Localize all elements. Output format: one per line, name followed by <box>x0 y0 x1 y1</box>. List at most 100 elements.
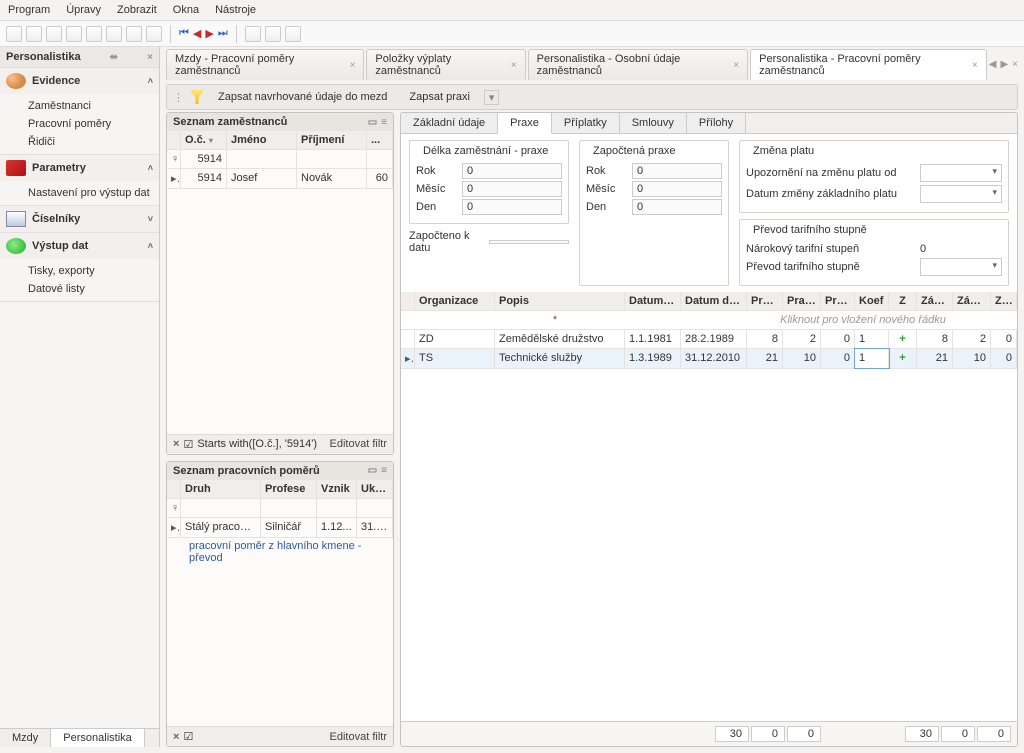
section-ciselniky[interactable]: Číselníky ˅ <box>0 206 159 232</box>
tab-smlouvy[interactable]: Smlouvy <box>620 113 687 133</box>
zap-rok-field[interactable]: 0 <box>632 163 722 179</box>
col-zap-mesicu[interactable]: Záp. měsíců <box>953 292 991 310</box>
pin-icon[interactable]: ⬌ <box>110 52 118 63</box>
menu-nastroje[interactable]: Nástroje <box>215 4 256 16</box>
panel-window-icon[interactable]: ▭ <box>368 117 377 128</box>
section-parametry[interactable]: Parametry ˄ <box>0 155 159 181</box>
sidebar-item-nastaveni-vystup[interactable]: Nastavení pro výstup dat <box>0 184 159 202</box>
col-datum-od[interactable]: Datum od <box>625 292 681 310</box>
tool-save-icon[interactable] <box>6 26 22 42</box>
tabs-prev-icon[interactable]: ◀ <box>989 59 997 70</box>
nav-first-icon[interactable]: ⏮ <box>179 27 189 40</box>
tabs-close-all-icon[interactable]: × <box>1012 59 1018 70</box>
edit-filter-button[interactable]: Editovat filtr <box>330 438 387 450</box>
employee-row[interactable]: ▸ 5914 Josef Novák 60 <box>167 169 393 189</box>
sidebar-item-tisky[interactable]: Tisky, exporty <box>0 262 159 280</box>
employees-grid[interactable]: O.č. ▾ Jméno Příjmení ... ♀ 5914 <box>167 131 393 434</box>
nav-prev-icon[interactable]: ◀ <box>193 27 201 40</box>
bottom-tab-personalistika[interactable]: Personalistika <box>51 729 144 747</box>
praxe-row[interactable]: ▸ TS Technické služby 1.3.1989 31.12.201… <box>401 349 1017 369</box>
tool-preview-icon[interactable] <box>265 26 281 42</box>
praxe-row[interactable]: ZD Zemědělské družstvo 1.1.1981 28.2.198… <box>401 330 1017 349</box>
edit-filter-button[interactable]: Editovat filtr <box>330 731 387 743</box>
section-evidence[interactable]: Evidence ˄ <box>0 68 159 94</box>
panel-window-icon[interactable]: ▭ <box>368 465 377 476</box>
tool-check-icon[interactable] <box>146 26 162 42</box>
col-oc[interactable]: O.č. ▾ <box>181 131 227 149</box>
tab-prilohy[interactable]: Přílohy <box>687 113 746 133</box>
zapsat-mezd-button[interactable]: Zapsat navrhované údaje do mezd <box>210 89 395 105</box>
delka-rok-field[interactable]: 0 <box>462 163 562 179</box>
tab-zakladni[interactable]: Základní údaje <box>401 113 498 133</box>
doc-tab-3[interactable]: Personalistika - Pracovní poměry zaměstn… <box>750 49 987 80</box>
sidebar-item-ridici[interactable]: Řidiči <box>0 133 159 151</box>
col-datum-do[interactable]: Datum do ▴ <box>681 292 747 310</box>
doc-tab-0[interactable]: Mzdy - Pracovní poměry zaměstnanců× <box>166 49 364 80</box>
filter-oc-input[interactable]: 5914 <box>181 150 227 168</box>
prevod-combo[interactable] <box>920 258 1002 276</box>
sidebar-item-zamestnanci[interactable]: Zaměstnanci <box>0 97 159 115</box>
tool-refresh-icon[interactable] <box>126 26 142 42</box>
praxe-grid[interactable]: Organizace Popis Datum od Datum do ▴ Pra… <box>401 292 1017 721</box>
col-zap-roku[interactable]: Záp. roků <box>917 292 953 310</box>
col-praxe-dnu[interactable]: Praxe dnů <box>821 292 855 310</box>
tab-priplatky[interactable]: Příplatky <box>552 113 620 133</box>
tool-export-icon[interactable] <box>285 26 301 42</box>
grid-filter-row[interactable]: ♀ 5914 <box>167 150 393 169</box>
menu-zobrazit[interactable]: Zobrazit <box>117 4 157 16</box>
datum-zmeny-combo[interactable] <box>920 185 1002 203</box>
tab-close-icon[interactable]: × <box>511 60 517 71</box>
menu-okna[interactable]: Okna <box>173 4 199 16</box>
delka-mesic-field[interactable]: 0 <box>462 181 562 197</box>
add-icon[interactable]: + <box>893 352 912 364</box>
tool-copy-icon[interactable] <box>66 26 82 42</box>
tool-print-icon[interactable] <box>245 26 261 42</box>
dropdown-icon[interactable]: ▾ <box>484 90 500 105</box>
relations-grid[interactable]: Druh Profese Vznik Uko... ♀ ▸ Stálý prac… <box>167 480 393 726</box>
filter-enable-checkbox[interactable]: ☑ <box>183 730 193 743</box>
tab-close-icon[interactable]: × <box>972 60 978 71</box>
col-praxe-roku[interactable]: Praxe roků <box>747 292 783 310</box>
filter-enable-checkbox[interactable]: ☑ <box>183 438 193 451</box>
tab-close-icon[interactable]: × <box>733 60 739 71</box>
tool-new-icon[interactable] <box>46 26 62 42</box>
nav-next-icon[interactable]: ▶ <box>205 27 213 40</box>
delka-den-field[interactable]: 0 <box>462 199 562 215</box>
tabs-next-icon[interactable]: ▶ <box>1000 59 1008 70</box>
doc-tab-2[interactable]: Personalistika - Osobní údaje zaměstnanc… <box>528 49 749 80</box>
close-icon[interactable]: × <box>147 52 153 63</box>
filter-jmeno-input[interactable] <box>227 150 297 168</box>
col-uko[interactable]: Uko... <box>357 480 393 498</box>
panel-menu-icon[interactable]: ≡ <box>381 465 387 476</box>
tool-edit-icon[interactable] <box>86 26 102 42</box>
col-profese[interactable]: Profese <box>261 480 317 498</box>
filter-prijmeni-input[interactable] <box>297 150 367 168</box>
col-organizace[interactable]: Organizace <box>415 292 495 310</box>
zap-mesic-field[interactable]: 0 <box>632 181 722 197</box>
tab-praxe[interactable]: Praxe <box>498 113 552 134</box>
col-koef[interactable]: Koef <box>855 292 889 310</box>
doc-tab-1[interactable]: Položky výplaty zaměstnanců× <box>366 49 525 80</box>
col-jmeno[interactable]: Jméno <box>227 131 297 149</box>
menu-upravy[interactable]: Úpravy <box>66 4 101 16</box>
panel-menu-icon[interactable]: ≡ <box>381 117 387 128</box>
menu-expand-icon[interactable]: ⋮ <box>173 91 184 104</box>
sidebar-item-datove-listy[interactable]: Datové listy <box>0 280 159 298</box>
filter-clear-icon[interactable]: × <box>173 731 179 743</box>
col-popis[interactable]: Popis <box>495 292 625 310</box>
cell-koef[interactable]: 1 <box>855 349 889 368</box>
menu-program[interactable]: Program <box>8 4 50 16</box>
col-druh[interactable]: Druh <box>181 480 261 498</box>
col-zap-dnu[interactable]: Záp. dnů <box>991 292 1017 310</box>
tool-delete-icon[interactable] <box>106 26 122 42</box>
filter-extra-input[interactable] <box>367 150 393 168</box>
new-row-placeholder[interactable]: * Kliknout pro vložení nového řádku <box>401 311 1017 330</box>
section-vystup-dat[interactable]: Výstup dat ˄ <box>0 233 159 259</box>
col-vznik[interactable]: Vznik <box>317 480 357 498</box>
col-praxe-mesicu[interactable]: Praxe měsíců <box>783 292 821 310</box>
col-prijmeni[interactable]: Příjmení <box>297 131 367 149</box>
tool-open-icon[interactable] <box>26 26 42 42</box>
relation-row[interactable]: ▸ Stálý pracovní p... Silničář 1.12... 3… <box>167 518 393 538</box>
zapocteno-date-field[interactable] <box>489 240 569 244</box>
cell-koef[interactable]: 1 <box>855 330 889 348</box>
